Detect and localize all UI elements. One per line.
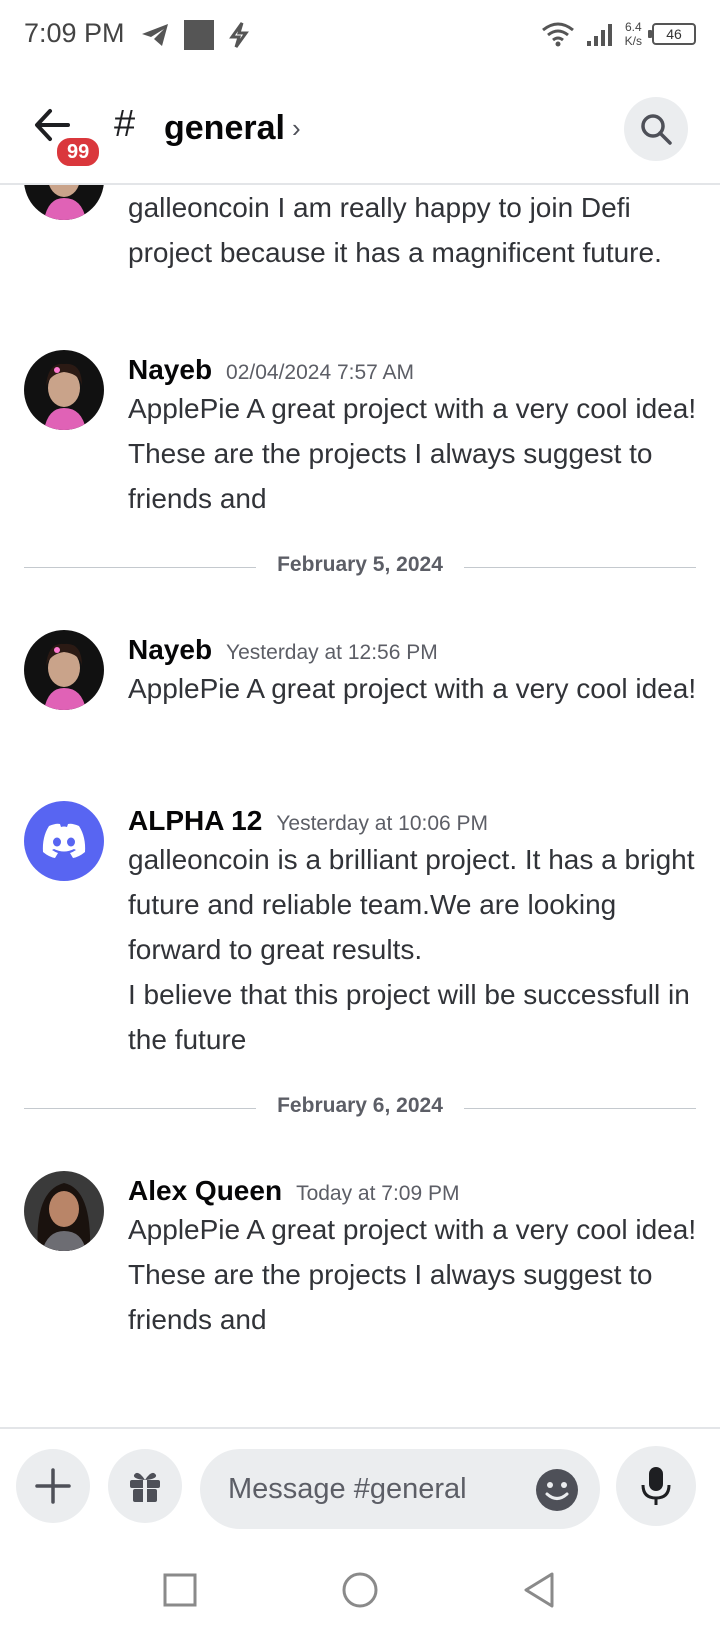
avatar[interactable] (24, 801, 104, 881)
avatar[interactable] (24, 350, 104, 430)
signal-icon (586, 24, 612, 46)
voice-message-button[interactable] (616, 1446, 696, 1526)
date-divider: February 5, 2024 (24, 553, 696, 583)
author-name[interactable]: Alex Queen (128, 1175, 282, 1206)
message-body: Alex Queen Today at 7:09 PM ApplePie A gr… (128, 1175, 698, 1342)
gift-button[interactable] (108, 1449, 182, 1523)
back-nav-icon[interactable] (520, 1570, 560, 1610)
avatar[interactable] (24, 1171, 104, 1251)
network-speed: 6.4 K/s (625, 20, 642, 48)
gift-icon (130, 1472, 160, 1502)
speed-value: 6.4 (624, 20, 642, 34)
avatar[interactable] (24, 185, 104, 220)
author-name[interactable]: ALPHA 12 (128, 805, 262, 836)
message-body: ALPHA 12 Yesterday at 10:06 PM galleoncoi… (128, 805, 698, 1062)
message-header: Nayeb Yesterday at 12:56 PM (128, 634, 698, 666)
emoji-icon[interactable] (534, 1467, 580, 1513)
avatar[interactable] (24, 630, 104, 710)
recents-icon[interactable] (160, 1570, 200, 1610)
search-button[interactable] (624, 97, 688, 161)
search-icon (641, 114, 672, 145)
message-header: Alex Queen Today at 7:09 PM (128, 1175, 698, 1207)
microphone-icon (641, 1467, 671, 1505)
bolt-icon (229, 22, 249, 48)
message-header: ALPHA 12 Yesterday at 10:06 PM (128, 805, 698, 837)
message-body: galleoncoin I am really happy to join De… (128, 185, 698, 275)
add-attachment-button[interactable] (16, 1449, 90, 1523)
message-text: galleoncoin is a brilliant project. It h… (128, 844, 695, 1055)
app-notification-icon (184, 20, 214, 50)
timestamp: Today at 7:09 PM (296, 1182, 460, 1205)
channel-title[interactable]: general (164, 109, 285, 148)
chevron-right-icon[interactable]: › (292, 113, 301, 144)
notification-icons (140, 20, 250, 50)
message-composer (0, 1427, 720, 1537)
date-divider-label: February 5, 2024 (277, 553, 443, 576)
message-text: ApplePie A great project with a very coo… (128, 673, 697, 704)
timestamp: Yesterday at 10:06 PM (276, 812, 489, 835)
message-text: galleoncoin I am really happy to join De… (128, 192, 662, 268)
wifi-icon (541, 22, 574, 47)
date-divider-label: February 6, 2024 (277, 1094, 443, 1117)
author-name[interactable]: Nayeb (128, 634, 212, 665)
battery-icon: 46 (648, 23, 696, 45)
unread-badge: 99 (54, 135, 103, 169)
system-navigation-bar (0, 1540, 720, 1640)
status-time: 7:09 PM (24, 18, 125, 48)
discord-logo-icon (42, 823, 86, 858)
timestamp: Yesterday at 12:56 PM (226, 641, 438, 664)
hash-icon: # (114, 103, 136, 145)
message-header: Nayeb 02/04/2024 7:57 AM (128, 354, 698, 386)
channel-header: 99 # general › (0, 75, 720, 185)
author-name[interactable]: Nayeb (128, 354, 212, 385)
telegram-icon (142, 24, 168, 46)
message-body: Nayeb 02/04/2024 7:57 AM ApplePie A great… (128, 354, 698, 521)
message-body: Nayeb Yesterday at 12:56 PM ApplePie A gr… (128, 634, 698, 711)
status-right: 6.4 K/s 46 (541, 20, 696, 48)
plus-icon (35, 1468, 71, 1504)
date-divider: February 6, 2024 (24, 1094, 696, 1124)
message-text: ApplePie A great project with a very coo… (128, 1214, 697, 1335)
speed-unit: K/s (624, 34, 642, 48)
home-icon[interactable] (340, 1570, 380, 1610)
status-bar: 7:09 PM 6.4 K/s 46 (0, 0, 720, 75)
timestamp: 02/04/2024 7:57 AM (226, 361, 415, 384)
message-list[interactable]: galleoncoin I am really happy to join De… (0, 185, 720, 1427)
message-text: ApplePie A great project with a very coo… (128, 393, 697, 514)
